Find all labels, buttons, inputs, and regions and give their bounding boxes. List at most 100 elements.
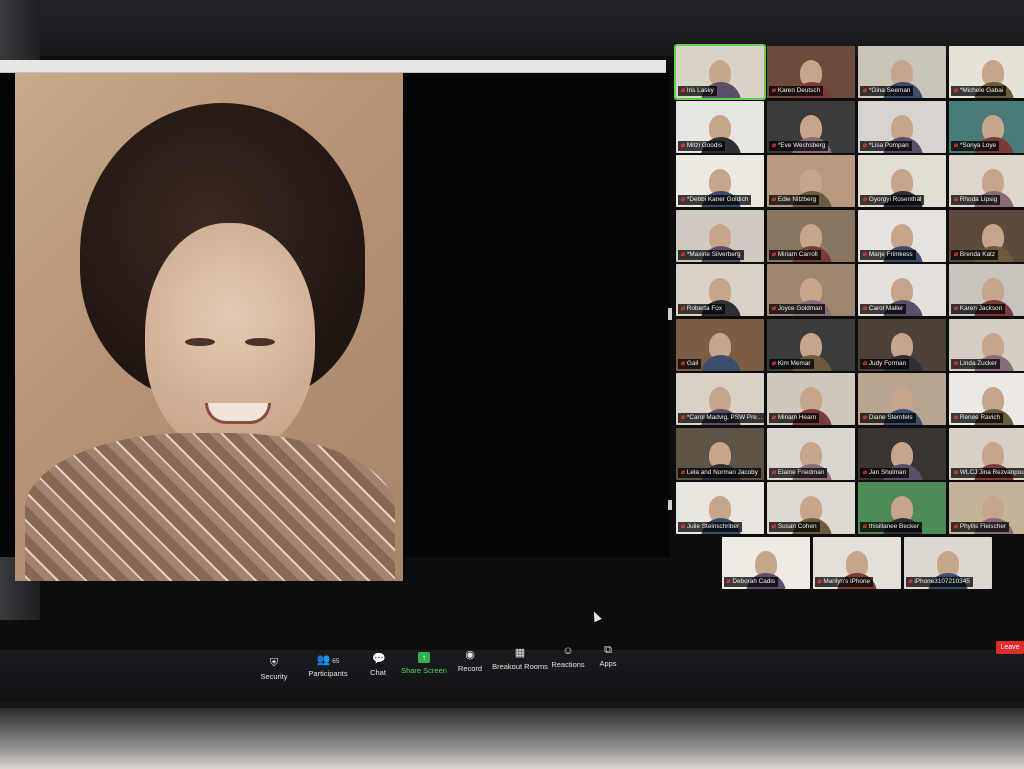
mic-muted-icon: ⌀ <box>954 305 958 312</box>
mic-muted-icon: ⌀ <box>772 305 776 312</box>
participant-name-tag: ⌀ iPhone3107210345 <box>905 576 973 587</box>
participant-name-tag: ⌀ WLCJ Jina Rezvanpour <box>951 467 1024 478</box>
security-label: Security <box>260 672 288 681</box>
participant-tile[interactable]: ⌀ Kim Memar <box>767 318 855 371</box>
participant-tile[interactable]: ⌀ Gyorgyi Rosenthal <box>858 155 946 207</box>
participant-tile[interactable]: ⌀ Julie Steinschriber <box>676 482 764 534</box>
participant-name: Karen Deutsch <box>777 87 821 94</box>
participant-tile[interactable]: ⌀ Renee Ravich <box>949 373 1024 425</box>
participant-tile[interactable]: ⌀ *Michele Gabai <box>949 46 1024 98</box>
participant-tile[interactable]: ⌀ Miriam Hearn <box>767 373 855 425</box>
participant-name: *Debbi Kaner Goldich <box>686 196 749 203</box>
participant-name-tag: ⌀ Judy Forman <box>860 358 910 369</box>
participant-tile[interactable]: ⌀ *Maxine Silverberg <box>676 209 764 262</box>
participant-tile[interactable]: ⌀ Elaine Friedman <box>767 427 855 480</box>
participant-tile[interactable]: ⌀ Gail <box>676 318 764 371</box>
security-button[interactable]: ⛨ Security <box>244 658 304 682</box>
participant-name-tag: ⌀ Lela and Norman Jacoby <box>678 467 761 478</box>
participant-name: Linda Zucker <box>959 359 997 367</box>
participant-name-tag: ⌀ Phyllis Fleischer <box>951 522 1010 532</box>
participant-name: *Carol Madvig, PSW Pre... <box>686 414 763 421</box>
participant-tile[interactable]: ⌀ thisillanee Becker <box>858 482 946 534</box>
participant-name: Julie Steinschriber <box>686 523 740 530</box>
participant-tile[interactable]: ⌀ Edie Nitzberg <box>767 155 855 207</box>
photo-eye <box>245 338 275 346</box>
mic-muted-icon: ⌀ <box>772 359 776 367</box>
participant-tile[interactable]: ⌀ *Eve Wechsberg <box>767 100 855 153</box>
mic-muted-icon: ⌀ <box>863 196 867 203</box>
participant-tile[interactable]: ⌀ Judy Forman <box>858 318 946 371</box>
photo-plaid-scarf <box>25 433 395 581</box>
participant-tile[interactable]: ⌀ Rhoda Lipsig <box>949 155 1024 207</box>
participant-name: Marilyn's iPhone <box>823 577 871 585</box>
gallery-splitter[interactable] <box>668 500 672 510</box>
participant-name: *Eve Wechsberg <box>777 141 826 149</box>
participant-tile[interactable]: ⌀ *Gina Seeman <box>858 46 946 98</box>
smiley-icon: ☺ <box>562 645 574 657</box>
mic-muted-icon: ⌀ <box>681 414 685 421</box>
participant-tile[interactable]: ⌀ Roberta Fox <box>676 264 764 316</box>
participant-name-tag: ⌀ Julie Steinschriber <box>678 522 743 532</box>
mic-muted-icon: ⌀ <box>954 196 958 203</box>
participant-tile[interactable]: ⌀ Susan Cohen <box>767 482 855 534</box>
participant-name-tag: ⌀ *Sonya Loye <box>951 140 1000 151</box>
participant-name-tag: ⌀ Karen Deutsch <box>769 86 824 96</box>
mic-muted-icon: ⌀ <box>817 577 822 585</box>
participant-tile[interactable]: ⌀ *Debbi Kaner Goldich <box>676 155 764 207</box>
participant-tile[interactable]: ⌀ *Lisa Pompan <box>858 100 946 153</box>
participant-name: *Gina Seeman <box>868 87 911 94</box>
apps-button[interactable]: ⧉ Apps <box>578 645 638 669</box>
apps-label: Apps <box>599 659 617 668</box>
participant-name: Brenda Katz <box>959 250 996 258</box>
participant-name-tag: ⌀ Deborah Cadis <box>723 576 778 587</box>
people-icon: 👥 65 <box>316 654 340 666</box>
mic-muted-icon: ⌀ <box>772 468 776 476</box>
participant-name: Gyorgyi Rosenthal <box>868 196 922 203</box>
participant-name-tag: ⌀ Diane Sternfels <box>860 413 916 423</box>
participant-tile[interactable]: ⌀ iPhone3107210345 <box>903 536 992 589</box>
participant-name-tag: ⌀ Linda Zucker <box>951 358 1000 369</box>
participant-name: Carol Maller <box>868 305 904 312</box>
participant-name: Jan Shulman <box>868 468 907 476</box>
mic-muted-icon: ⌀ <box>772 414 776 421</box>
mic-muted-icon: ⌀ <box>681 359 685 367</box>
participant-name-tag: ⌀ Kim Memar <box>769 358 814 369</box>
mic-muted-icon: ⌀ <box>863 468 867 476</box>
leave-button[interactable]: Leave <box>996 641 1024 654</box>
participant-tile[interactable]: ⌀ Karen Deutsch <box>767 46 855 98</box>
gallery-splitter[interactable] <box>668 308 672 320</box>
mic-muted-icon: ⌀ <box>954 141 958 149</box>
participant-tile[interactable]: ⌀ Linda Zucker <box>949 318 1024 371</box>
participant-tile[interactable]: ⌀ Lela and Norman Jacoby <box>676 427 764 480</box>
participant-name: Iris Lasky <box>686 87 714 94</box>
participant-name: *Sonya Loye <box>959 141 997 149</box>
mic-muted-icon: ⌀ <box>726 577 731 585</box>
record-label: Record <box>457 664 483 673</box>
participant-tile[interactable]: ⌀ WLCJ Jina Rezvanpour <box>949 427 1024 480</box>
participant-tile[interactable]: ⌀ *Carol Madvig, PSW Pre... <box>676 373 764 425</box>
participant-tile[interactable]: ⌀ Joyce Goldman <box>767 264 855 316</box>
mic-muted-icon: ⌀ <box>681 87 685 94</box>
participant-tile[interactable]: ⌀ Marilyn's iPhone <box>812 536 901 589</box>
mic-muted-icon: ⌀ <box>954 414 958 421</box>
participant-tile[interactable]: ⌀ Deborah Cadis <box>721 536 810 589</box>
participant-tile[interactable]: ⌀ Diane Sternfels <box>858 373 946 425</box>
mic-muted-icon: ⌀ <box>772 250 776 258</box>
participant-gallery: ⌀ Iris Lasky ⌀ Karen Deutsch ⌀ *Gina Seeman ⌀ *… <box>674 44 1024 589</box>
mic-muted-icon: ⌀ <box>681 141 685 149</box>
participant-tile[interactable]: ⌀ *Sonya Loye <box>949 100 1024 153</box>
participant-tile[interactable]: ⌀ Iris Lasky <box>674 44 766 100</box>
participant-tile[interactable]: ⌀ Mitzi Goodis <box>676 100 764 153</box>
participant-tile[interactable]: ⌀ Marje Frimkess <box>858 209 946 262</box>
participant-tile[interactable]: ⌀ Phyllis Fleischer <box>949 482 1024 534</box>
participant-tile[interactable]: ⌀ Brenda Katz <box>949 209 1024 262</box>
participant-tile[interactable]: ⌀ Jan Shulman <box>858 427 946 480</box>
participant-name-tag: ⌀ Marje Frimkess <box>860 249 916 260</box>
participant-tile[interactable]: ⌀ Miriam Carroll <box>767 209 855 262</box>
participant-name: Elaine Friedman <box>777 468 825 476</box>
participant-name: Renee Ravich <box>959 414 1001 421</box>
participant-tile[interactable]: ⌀ Karen Jackson <box>949 264 1024 316</box>
participant-name-tag: ⌀ Carol Maller <box>860 304 907 314</box>
participant-name: Rhoda Lipsig <box>959 196 998 203</box>
participant-tile[interactable]: ⌀ Carol Maller <box>858 264 946 316</box>
